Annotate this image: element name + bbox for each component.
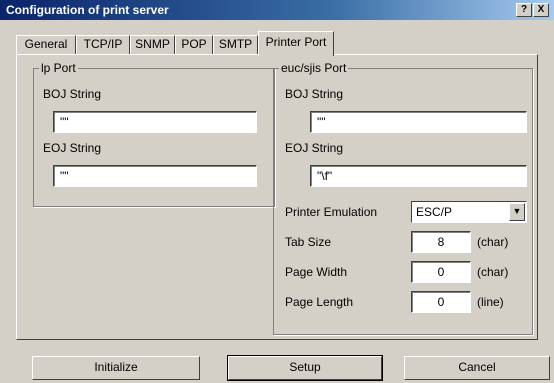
page-width-label: Page Width [285,265,348,279]
printer-emulation-label: Printer Emulation [285,205,378,219]
tab-snmp[interactable]: SNMP [130,35,175,55]
euc-boj-input[interactable]: "" [310,111,527,133]
tab-pop[interactable]: POP [175,35,213,55]
initialize-button[interactable]: Initialize [32,356,200,380]
page-length-unit: (line) [477,295,504,309]
cancel-button[interactable]: Cancel [404,356,550,380]
page-width-unit: (char) [477,265,509,279]
tab-size-unit: (char) [477,235,509,249]
page-length-input[interactable]: 0 [411,291,471,313]
euc-eoj-label: EOJ String [285,141,344,155]
tab-panel-printer-port: lp Port BOJ String "" EOJ String "" euc/… [16,54,538,340]
tab-printer-port[interactable]: Printer Port [258,31,334,56]
tab-smtp[interactable]: SMTP [213,35,258,55]
printer-emulation-value: ESC/P [416,205,453,219]
tab-general[interactable]: General [16,35,76,55]
printer-emulation-select[interactable]: ESC/P ▼ [411,201,527,223]
euc-boj-label: BOJ String [285,87,344,101]
title-bar: Configuration of print server ? X [0,0,554,20]
lp-eoj-input[interactable]: "" [53,165,257,187]
tab-size-input[interactable]: 8 [411,231,471,253]
lp-port-legend: lp Port [41,61,76,75]
setup-button[interactable]: Setup [227,355,383,381]
help-button[interactable]: ? [516,3,532,17]
window-title: Configuration of print server [6,3,169,17]
euc-eoj-input[interactable]: "\f" [310,165,527,187]
tab-size-label: Tab Size [285,235,332,249]
euc-port-group: euc/sjis Port [273,61,533,335]
lp-boj-label: BOJ String [43,87,102,101]
lp-boj-input[interactable]: "" [53,111,257,133]
tab-tcpip[interactable]: TCP/IP [76,35,130,55]
lp-eoj-label: EOJ String [43,141,102,155]
page-width-input[interactable]: 0 [411,261,471,283]
euc-port-legend: euc/sjis Port [281,61,347,75]
page-length-label: Page Length [285,295,354,309]
close-button[interactable]: X [533,3,549,17]
chevron-down-icon[interactable]: ▼ [509,203,525,221]
